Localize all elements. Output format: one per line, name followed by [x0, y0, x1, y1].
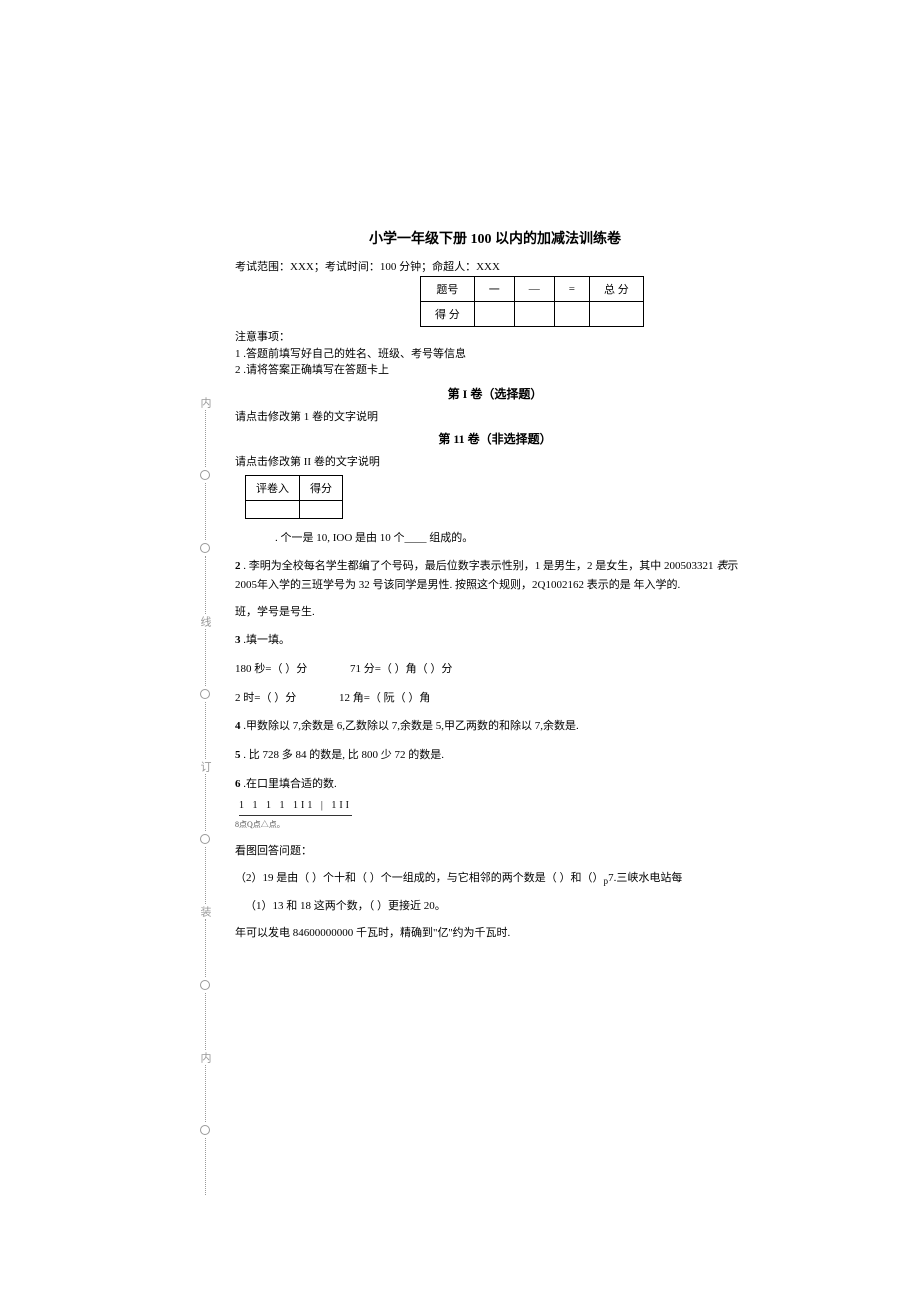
question-number: 3 [235, 634, 241, 646]
question-text: .在口里填合适的数. [243, 778, 337, 790]
circle-marker [200, 1125, 210, 1135]
notice-item: 2 .请将答案正确填写在答题卡上 [235, 362, 755, 379]
side-char: 内 [197, 397, 213, 408]
grader-table: 评卷入 得分 [245, 475, 343, 519]
side-char: 内 [197, 1052, 213, 1063]
question-text: .甲数除以 7,余数是 6,乙数除以 7,余数是 5,甲乙两数的和除以 7,余数… [243, 720, 579, 732]
dotted-segment [205, 410, 206, 467]
dotted-segment [205, 483, 206, 540]
dotted-segment [205, 1138, 206, 1195]
table-row: 题号 一 — = 总 分 [421, 277, 644, 302]
section-2-header: 第 11 卷（非选择题） [235, 430, 755, 447]
section-2-instruction: 请点击修改第 II 卷的文字说明 [235, 453, 755, 469]
question-suffix: 7.三峡水电站每 [608, 872, 682, 884]
question-3: 3 .填一填。 180 秒=（ ）分 71 分=（ ）角（ ）分 2 时=（ ）… [235, 631, 755, 707]
fill-blank: 180 秒=（ ）分 [235, 660, 307, 679]
question-5: 5 . 比 728 多 84 的数是, 比 800 少 72 的数是. [235, 746, 755, 765]
circle-marker [200, 543, 210, 553]
document-title: 小学一年级下册 100 以内的加减法训练卷 [235, 228, 755, 248]
table-header-cell: 题号 [421, 277, 475, 302]
fill-blank: 12 角=（ 阮（ ）角 [339, 689, 430, 708]
table-header-cell: = [554, 277, 589, 302]
number-line: 1 1 1 1 1I1 | 1II [239, 797, 352, 816]
table-cell [589, 302, 643, 327]
circle-marker [200, 689, 210, 699]
question-text: （2）19 是由（ ）个十和（ ）个一组成的，与它相邻的两个数是（ ）和（） [235, 872, 604, 884]
question-text: 年可以发电 84600000000 千瓦时，精确到"亿''约为千瓦时. [235, 924, 755, 943]
question-header: 看图回答问题： [235, 842, 755, 861]
dotted-segment [205, 556, 206, 613]
table-cell [514, 302, 554, 327]
dotted-segment [205, 847, 206, 904]
circle-marker [200, 470, 210, 480]
fill-blank: 71 分=（ ）角（ ）分 [350, 660, 452, 679]
table-row [246, 500, 343, 518]
side-char: 订 [197, 761, 213, 772]
question-6: 6 .在口里填合适的数. 1 1 1 1 1I1 | 1II 8点Q点△点。 [235, 775, 755, 832]
question-number: 6 [235, 778, 241, 790]
dotted-segment [205, 629, 206, 686]
notice-item: 1 .答题前填写好自己的姓名、班级、考号等信息 [235, 346, 755, 363]
question-label: .填一填。 [243, 634, 290, 646]
side-char: 装 [197, 906, 213, 917]
table-row: 得 分 [421, 302, 644, 327]
dotted-segment [205, 919, 206, 976]
table-header-cell: 总 分 [589, 277, 643, 302]
exam-meta: 考试范围：XXX；考试时间：100 分钟；命超人：XXX [235, 258, 755, 274]
table-cell [246, 500, 300, 518]
italic-text: 表 [716, 560, 727, 572]
section-1-header: 第 I 卷（选择题） [235, 385, 755, 402]
dotted-segment [205, 993, 206, 1050]
table-cell: 得分 [300, 475, 343, 500]
table-cell [554, 302, 589, 327]
table-cell: 评卷入 [246, 475, 300, 500]
question-7: 看图回答问题： （2）19 是由（ ）个十和（ ）个一组成的，与它相邻的两个数是… [235, 842, 755, 943]
circle-marker [200, 834, 210, 844]
document-content: 小学一年级下册 100 以内的加减法训练卷 考试范围：XXX；考试时间：100 … [235, 228, 755, 953]
question-text: . 李明为全校每名学生都编了个号码，最后位数字表示性别，1 是男生，2 是女生，… [243, 560, 716, 572]
question-text: . 比 728 多 84 的数是, 比 800 少 72 的数是. [243, 749, 444, 761]
number-line-sub: 8点Q点△点。 [235, 818, 755, 832]
table-row: 评卷入 得分 [246, 475, 343, 500]
section-1-instruction: 请点击修改第 1 卷的文字说明 [235, 408, 755, 424]
question-number: 2 [235, 560, 241, 572]
table-cell [300, 500, 343, 518]
notice-header: 注意事项： [235, 329, 755, 346]
question-2: 2 . 李明为全校每名学生都编了个号码，最后位数字表示性别，1 是男生，2 是女… [235, 557, 755, 621]
notice-block: 注意事项： 1 .答题前填写好自己的姓名、班级、考号等信息 2 .请将答案正确填… [235, 329, 755, 379]
question-1: . 个一是 10, IOO 是由 10 个____ 组成的。 [275, 529, 755, 548]
table-header-cell: — [514, 277, 554, 302]
score-table: 题号 一 — = 总 分 得 分 [420, 276, 644, 327]
table-header-cell: 一 [474, 277, 514, 302]
dotted-segment [205, 1065, 206, 1122]
question-number: 5 [235, 749, 241, 761]
binding-margin-decoration: 内 线 订 装 内 [190, 395, 220, 1195]
dotted-segment [205, 774, 206, 831]
fill-blank: 2 时=（ ）分 [235, 689, 296, 708]
question-number: 4 [235, 720, 241, 732]
question-text: （1）13 和 18 这两个数，（ ）更接近 20。 [245, 897, 755, 916]
circle-marker [200, 980, 210, 990]
question-4: 4 .甲数除以 7,余数是 6,乙数除以 7,余数是 5,甲乙两数的和除以 7,… [235, 717, 755, 736]
table-cell [474, 302, 514, 327]
dotted-segment [205, 702, 206, 759]
question-text: 班，学号是号生. [235, 603, 755, 622]
side-char: 线 [197, 616, 213, 627]
table-cell: 得 分 [421, 302, 475, 327]
